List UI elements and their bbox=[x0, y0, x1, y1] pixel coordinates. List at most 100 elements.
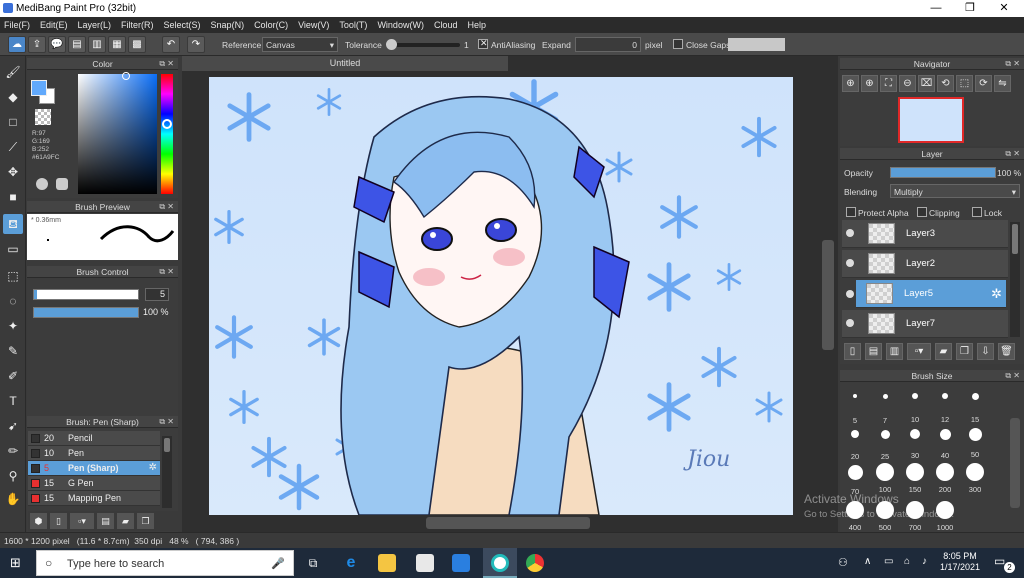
gradient-tool-icon[interactable]: ▭ bbox=[3, 239, 23, 259]
actual-size-icon[interactable]: ⌧ bbox=[918, 75, 935, 92]
windows-start-icon[interactable]: ⊞ bbox=[10, 556, 24, 570]
menu-view[interactable]: View(V) bbox=[298, 20, 329, 30]
dot-tool-icon[interactable]: ⟋ bbox=[3, 137, 23, 157]
taskbar-search-box[interactable]: ○ Type here to search 🎤 bbox=[36, 550, 294, 576]
transparent-swatch[interactable] bbox=[35, 109, 51, 125]
rotate-right-icon[interactable]: ⟳ bbox=[975, 75, 992, 92]
bucket-tool-icon[interactable]: ⛾ bbox=[3, 214, 23, 234]
brush-size-option[interactable]: 20 bbox=[842, 424, 868, 461]
zoom-out-icon[interactable]: ⊖ bbox=[899, 75, 916, 92]
tolerance-slider[interactable] bbox=[386, 43, 460, 47]
rotate-left-icon[interactable]: ⟲ bbox=[937, 75, 954, 92]
divide-tool-icon[interactable]: ✏ bbox=[3, 441, 23, 461]
panel-controls-icon[interactable]: ⧉ ✕ bbox=[1005, 58, 1020, 70]
share-icon[interactable]: ⇪ bbox=[28, 36, 46, 53]
medibang-taskbar-button[interactable] bbox=[483, 548, 517, 578]
add-brush-dropdown-icon[interactable]: ▫▾ bbox=[70, 513, 94, 529]
menu-edit[interactable]: Edit(E) bbox=[40, 20, 68, 30]
brush-list-scrollbar[interactable] bbox=[162, 436, 172, 508]
brush-opacity-slider[interactable] bbox=[33, 307, 139, 318]
cloud-brush-icon[interactable]: ⬢ bbox=[30, 513, 47, 529]
hand-tool-icon[interactable]: ✋ bbox=[3, 489, 23, 509]
brush-item[interactable]: 15 Mapping Pen bbox=[28, 491, 160, 506]
new-halftone-layer-icon[interactable]: ▥ bbox=[886, 343, 903, 360]
brush-size-option[interactable]: 300 bbox=[962, 462, 988, 494]
lock-checkbox[interactable] bbox=[972, 207, 982, 217]
people-icon[interactable]: ⚇ bbox=[838, 556, 848, 569]
menu-file[interactable]: File(F) bbox=[4, 20, 30, 30]
delete-layer-icon[interactable]: 🗑 bbox=[998, 343, 1015, 360]
visibility-icon[interactable] bbox=[846, 259, 854, 267]
shape-tool-icon[interactable]: □ bbox=[3, 112, 23, 132]
close-button[interactable]: ✕ bbox=[982, 0, 1024, 17]
menu-cloud[interactable]: Cloud bbox=[434, 20, 458, 30]
brush-settings-icon[interactable]: ▤ bbox=[97, 513, 114, 529]
layer-folder-icon[interactable]: ▰ bbox=[935, 343, 952, 360]
brush-size-option[interactable]: 12 bbox=[932, 386, 958, 424]
new-brush-icon[interactable]: ▯ bbox=[50, 513, 67, 529]
show-hidden-icons[interactable]: ∧ bbox=[864, 556, 871, 567]
hue-slider[interactable] bbox=[161, 74, 173, 194]
lasso-tool-icon[interactable]: ◌ bbox=[3, 291, 23, 311]
canvas-vertical-scrollbar[interactable] bbox=[822, 240, 834, 350]
layer-row[interactable]: Layer3 bbox=[842, 220, 1008, 248]
navigator-thumbnail[interactable] bbox=[898, 97, 964, 143]
gear-icon[interactable]: ✲ bbox=[149, 462, 157, 473]
microphone-icon[interactable]: 🎤 bbox=[271, 557, 285, 570]
move-tool-icon[interactable]: ✥ bbox=[3, 162, 23, 182]
task-view-icon[interactable]: ⧉ bbox=[304, 554, 322, 572]
page-icon[interactable]: ▥ bbox=[88, 36, 106, 53]
panel-controls-icon[interactable]: ⧉ ✕ bbox=[159, 416, 174, 428]
microsoft-store-icon[interactable] bbox=[416, 554, 434, 572]
brush-size-slider[interactable] bbox=[33, 289, 139, 300]
brush-size-option[interactable]: 100 bbox=[872, 462, 898, 494]
color-history-icon[interactable] bbox=[56, 178, 68, 190]
brush-size-option[interactable]: 15 bbox=[962, 386, 988, 424]
zoom-in-icon[interactable]: ⊕ bbox=[842, 75, 859, 92]
panel-controls-icon[interactable]: ⧉ ✕ bbox=[159, 58, 174, 70]
brush-size-scrollbar[interactable] bbox=[1010, 418, 1020, 508]
layer-opacity-slider[interactable] bbox=[890, 167, 996, 178]
reference-select[interactable]: Canvas ▾ bbox=[262, 37, 338, 52]
merge-layer-icon[interactable]: ⇩ bbox=[977, 343, 994, 360]
new-color-layer-icon[interactable]: ▤ bbox=[865, 343, 882, 360]
duplicate-layer-icon[interactable]: ❐ bbox=[956, 343, 973, 360]
brush-size-value[interactable]: 5 bbox=[145, 288, 169, 301]
brush-size-option[interactable]: 5 bbox=[842, 386, 868, 425]
close-gaps-slider[interactable] bbox=[728, 38, 785, 51]
hue-slider-handle[interactable] bbox=[162, 119, 172, 129]
new-layer-icon[interactable]: ▯ bbox=[844, 343, 861, 360]
layer-list-scrollbar[interactable] bbox=[1010, 222, 1020, 337]
brush-size-option[interactable]: 150 bbox=[902, 462, 928, 494]
comment-icon[interactable]: 💬 bbox=[48, 36, 66, 53]
volume-icon[interactable]: ♪ bbox=[922, 556, 927, 567]
layer-row-selected[interactable]: Layer5 ✲ bbox=[856, 280, 1006, 308]
zoom-in-alt-icon[interactable]: ⊕ bbox=[861, 75, 878, 92]
layer-row[interactable]: Layer2 bbox=[842, 250, 1008, 278]
cloud-icon[interactable]: ☁ bbox=[8, 36, 26, 53]
tolerance-slider-handle[interactable] bbox=[386, 39, 397, 50]
document-icon[interactable]: ▤ bbox=[68, 36, 86, 53]
brush-size-option[interactable]: 7 bbox=[872, 386, 898, 425]
brush-size-option[interactable]: 30 bbox=[902, 424, 928, 460]
antialiasing-checkbox[interactable]: ✕ bbox=[478, 38, 488, 49]
expand-input[interactable]: 0 bbox=[575, 37, 641, 52]
menu-help[interactable]: Help bbox=[467, 20, 486, 30]
panel-controls-icon[interactable]: ⧉ ✕ bbox=[159, 266, 174, 278]
brush-size-option[interactable]: 70 bbox=[842, 462, 868, 496]
brush-item[interactable]: 15 G Pen bbox=[28, 476, 160, 491]
network-icon[interactable]: ⌂ bbox=[904, 556, 910, 567]
clock[interactable]: 8:05 PM 1/17/2021 bbox=[940, 551, 980, 573]
grid-icon[interactable]: ▦ bbox=[108, 36, 126, 53]
flip-icon[interactable]: ⇋ bbox=[994, 75, 1011, 92]
brush-size-option[interactable]: 200 bbox=[932, 462, 958, 494]
layer-row[interactable]: Layer7 bbox=[842, 310, 1008, 338]
menu-layer[interactable]: Layer(L) bbox=[78, 20, 112, 30]
panel-controls-icon[interactable]: ⧉ ✕ bbox=[1005, 148, 1020, 160]
panel-controls-icon[interactable]: ⧉ ✕ bbox=[159, 201, 174, 213]
drawing-canvas[interactable]: Jiou bbox=[209, 77, 793, 515]
add-layer-dropdown-icon[interactable]: ▫▾ bbox=[907, 343, 931, 360]
operation-tool-icon[interactable]: ➹ bbox=[3, 416, 23, 436]
tile-icon[interactable]: ▩ bbox=[128, 36, 146, 53]
panel-controls-icon[interactable]: ⧉ ✕ bbox=[1005, 370, 1020, 382]
